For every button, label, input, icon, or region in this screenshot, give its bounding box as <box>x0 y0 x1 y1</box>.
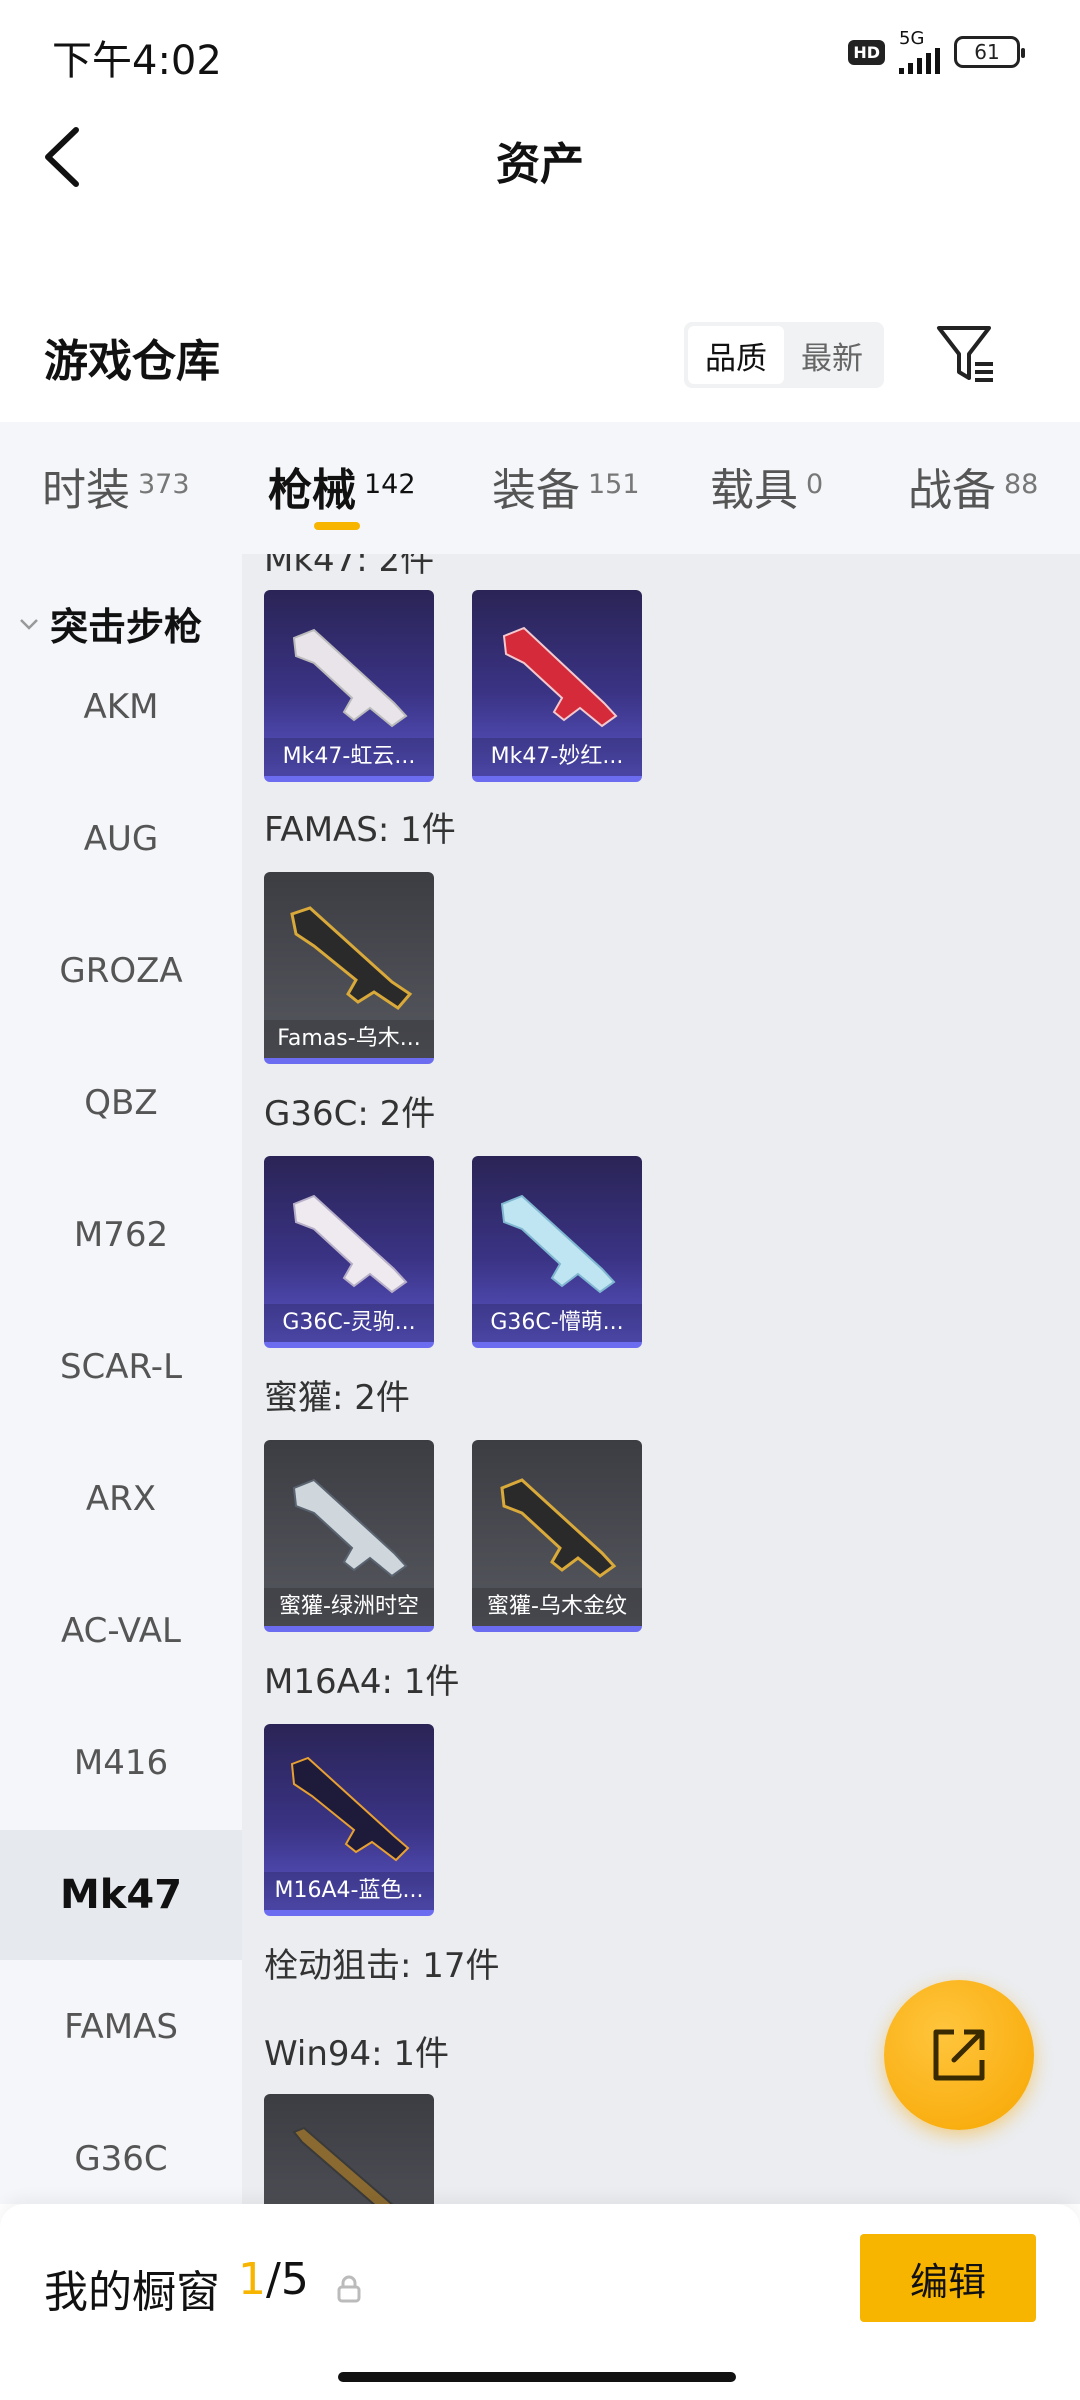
status-time: 下午4:02 <box>52 38 222 84</box>
sidebar-item-famas[interactable]: FAMAS <box>0 1962 242 2092</box>
signal-icon: 5G <box>899 30 940 74</box>
status-icons: HD 5G 61 <box>848 30 1025 74</box>
share-button[interactable] <box>884 1980 1034 2130</box>
hd-badge: HD <box>848 39 885 65</box>
rifle-icon <box>290 1756 410 1862</box>
rifle-icon <box>292 2126 394 2204</box>
sidebar-item-m762[interactable]: M762 <box>0 1170 242 1300</box>
external-link-icon <box>933 2029 985 2081</box>
tab-vehicles[interactable]: 载具 0 <box>710 454 823 518</box>
filter-button[interactable] <box>935 322 997 386</box>
sidebar-item-arx[interactable]: ARX <box>0 1434 242 1564</box>
section-label-bolt-action: 栓动狙击: 17件 <box>264 1946 500 1986</box>
sidebar-item-m416[interactable]: M416 <box>0 1698 242 1828</box>
showcase-count: 1/5 <box>238 2254 309 2305</box>
section-label-honey-badger: 蜜獾: 2件 <box>264 1378 410 1418</box>
skin-card[interactable]: 蜜獾-乌木金纹 <box>472 1440 642 1632</box>
skin-name: G36C-灵驹... <box>264 1304 434 1342</box>
rifle-icon <box>502 626 618 728</box>
showcase-total: /5 <box>266 2254 309 2305</box>
tab-supplies[interactable]: 战备 88 <box>908 454 1038 518</box>
skin-card[interactable]: Famas-乌木... <box>264 872 434 1064</box>
skin-card[interactable]: G36C-灵驹... <box>264 1156 434 1348</box>
tab-count: 0 <box>806 469 824 500</box>
sidebar-item-qbz[interactable]: QBZ <box>0 1038 242 1168</box>
rifle-icon <box>292 628 408 728</box>
weapon-type-sidebar: 突击步枪 AKM AUG GROZA QBZ M762 SCAR-L ARX A… <box>0 554 242 2204</box>
showcase-current: 1 <box>238 2254 266 2305</box>
chevron-down-icon <box>20 618 38 630</box>
tab-equipment[interactable]: 装备 151 <box>492 454 640 518</box>
home-indicator <box>338 2372 736 2382</box>
sidebar-item-groza[interactable]: GROZA <box>0 906 242 1036</box>
section-label-famas: FAMAS: 1件 <box>264 810 456 850</box>
tab-label: 战备 <box>908 465 996 516</box>
skin-card[interactable]: Mk47-妙红... <box>472 590 642 782</box>
title-bar: 资产 <box>0 110 1080 210</box>
rifle-icon <box>500 1478 617 1578</box>
tab-count: 151 <box>588 469 640 500</box>
tab-firearms[interactable]: 枪械 142 <box>268 454 416 518</box>
sort-quality-button[interactable]: 品质 <box>688 326 784 384</box>
skin-name: Mk47-妙红... <box>472 738 642 776</box>
skin-name: G36C-懵萌... <box>472 1304 642 1342</box>
skin-card[interactable]: G36C-懵萌... <box>472 1156 642 1348</box>
skin-name: 蜜獾-乌木金纹 <box>472 1588 642 1626</box>
showcase-bar: 我的橱窗 1/5 编辑 <box>0 2204 1080 2400</box>
sidebar-item-aug[interactable]: AUG <box>0 774 242 904</box>
sidebar-item-g36c[interactable]: G36C <box>0 2094 242 2204</box>
status-bar: 下午4:02 HD 5G 61 <box>0 0 1080 100</box>
active-tab-indicator <box>314 522 360 530</box>
skin-card[interactable]: Mk47-虹云... <box>264 590 434 782</box>
sort-newest-button[interactable]: 最新 <box>784 326 880 384</box>
edit-button[interactable]: 编辑 <box>860 2234 1036 2322</box>
section-label-g36c: G36C: 2件 <box>264 1094 436 1134</box>
skin-card[interactable] <box>264 2094 434 2204</box>
weapon-list: Mk47: 2件 Mk47-虹云... Mk47-妙红... FAMAS: 1件… <box>242 554 1080 2204</box>
section-label-mk47: Mk47: 2件 <box>264 554 435 580</box>
lock-icon <box>337 2275 361 2303</box>
battery-level: 61 <box>974 40 1000 64</box>
tab-count: 142 <box>364 469 416 500</box>
tab-label: 时装 <box>42 465 130 516</box>
tab-label: 装备 <box>492 465 580 516</box>
showcase-title: 我的橱窗 <box>44 2267 220 2318</box>
sort-toggle: 品质 最新 <box>684 322 884 388</box>
tab-count: 88 <box>1004 469 1039 500</box>
skin-card[interactable]: 蜜獾-绿洲时空 <box>264 1440 434 1632</box>
sidebar-item-scar-l[interactable]: SCAR-L <box>0 1302 242 1432</box>
category-tabs: 时装 373 枪械 142 装备 151 载具 0 战备 88 <box>0 422 1080 554</box>
tab-count: 373 <box>138 469 190 500</box>
skin-name: 蜜獾-绿洲时空 <box>264 1588 434 1626</box>
rifle-icon <box>290 906 413 1010</box>
network-type: 5G <box>899 28 925 49</box>
skin-name: Famas-乌木... <box>264 1020 434 1058</box>
filter-icon <box>937 326 993 382</box>
rifle-icon <box>292 1194 408 1294</box>
rifle-icon <box>292 1478 408 1578</box>
tab-label: 载具 <box>710 465 798 516</box>
section-label-win94: Win94: 1件 <box>264 2034 450 2074</box>
section-label-m16a4: M16A4: 1件 <box>264 1662 460 1702</box>
skin-name: M16A4-蓝色... <box>264 1872 434 1910</box>
skin-card[interactable]: M16A4-蓝色... <box>264 1724 434 1916</box>
tab-label: 枪械 <box>268 465 356 516</box>
sidebar-item-mk47[interactable]: Mk47 <box>0 1830 242 1960</box>
battery-icon: 61 <box>954 36 1025 68</box>
sidebar-item-ac-val[interactable]: AC-VAL <box>0 1566 242 1696</box>
sidebar-item-akm[interactable]: AKM <box>0 642 242 772</box>
page-title: 资产 <box>496 139 584 190</box>
rifle-icon <box>500 1194 616 1294</box>
warehouse-title: 游戏仓库 <box>44 336 220 387</box>
skin-name: Mk47-虹云... <box>264 738 434 776</box>
tab-fashion[interactable]: 时装 373 <box>42 454 190 518</box>
